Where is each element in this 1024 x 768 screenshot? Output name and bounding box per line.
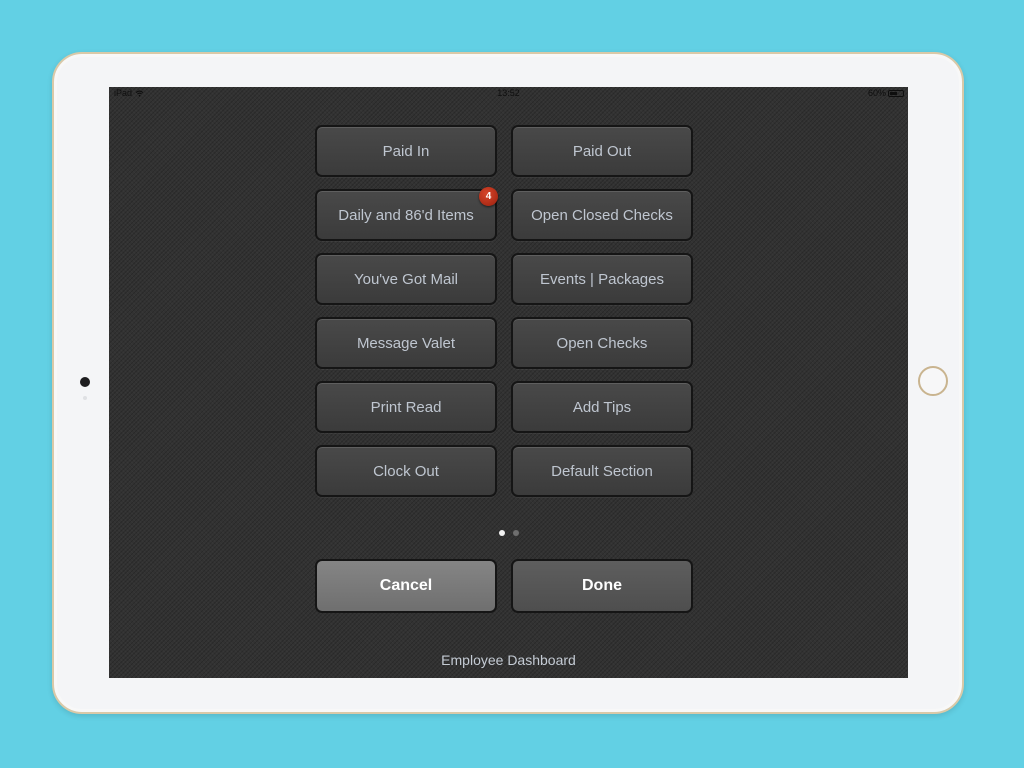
message-valet-label: Message Valet — [356, 334, 456, 352]
open-closed-checks-button[interactable]: Open Closed Checks — [511, 189, 693, 241]
status-time: 13:52 — [497, 88, 520, 98]
paid-out-button[interactable]: Paid Out — [511, 125, 693, 177]
default-section-label: Default Section — [551, 462, 653, 480]
notification-badge: 4 — [479, 187, 498, 206]
battery-icon — [888, 90, 904, 97]
cancel-button[interactable]: Cancel — [315, 559, 497, 613]
status-bar: iPad 13:52 60% — [109, 87, 908, 99]
app-screen: iPad 13:52 60% Paid In Paid Out Daily an… — [109, 87, 908, 678]
battery-level-fill — [890, 92, 897, 95]
clock-out-button[interactable]: Clock Out — [315, 445, 497, 497]
events-packages-button[interactable]: Events | Packages — [511, 253, 693, 305]
open-checks-label: Open Checks — [556, 334, 648, 352]
battery-percent: 60% — [867, 88, 886, 98]
page-indicator[interactable] — [109, 530, 908, 536]
add-tips-label: Add Tips — [572, 398, 632, 416]
done-button[interactable]: Done — [511, 559, 693, 613]
open-closed-checks-label: Open Closed Checks — [531, 206, 673, 224]
home-button[interactable] — [918, 366, 948, 396]
print-read-button[interactable]: Print Read — [315, 381, 497, 433]
open-checks-button[interactable]: Open Checks — [511, 317, 693, 369]
paid-in-button[interactable]: Paid In — [315, 125, 497, 177]
message-valet-button[interactable]: Message Valet — [315, 317, 497, 369]
add-tips-button[interactable]: Add Tips — [511, 381, 693, 433]
default-section-button[interactable]: Default Section — [511, 445, 693, 497]
dashboard-menu-grid: Paid In Paid Out Daily and 86'd Items 4 … — [315, 125, 693, 497]
ambient-light-sensor — [83, 396, 87, 400]
events-packages-label: Events | Packages — [540, 270, 664, 288]
status-battery-group: 60% — [868, 87, 904, 99]
daily-and-86d-items-label: Daily and 86'd Items — [338, 206, 474, 224]
front-camera — [80, 377, 90, 387]
clock-out-label: Clock Out — [373, 462, 439, 480]
print-read-label: Print Read — [370, 398, 442, 416]
daily-and-86d-items-button[interactable]: Daily and 86'd Items 4 — [315, 187, 498, 241]
action-buttons: Cancel Done — [315, 559, 693, 613]
page-dot-2[interactable] — [512, 530, 519, 536]
paid-in-label: Paid In — [382, 142, 430, 160]
page-dot-1[interactable] — [498, 530, 505, 536]
paid-out-label: Paid Out — [572, 142, 632, 160]
youve-got-mail-button[interactable]: You've Got Mail — [315, 253, 497, 305]
youve-got-mail-label: You've Got Mail — [353, 270, 459, 288]
screen-title: Employee Dashboard — [441, 652, 576, 668]
